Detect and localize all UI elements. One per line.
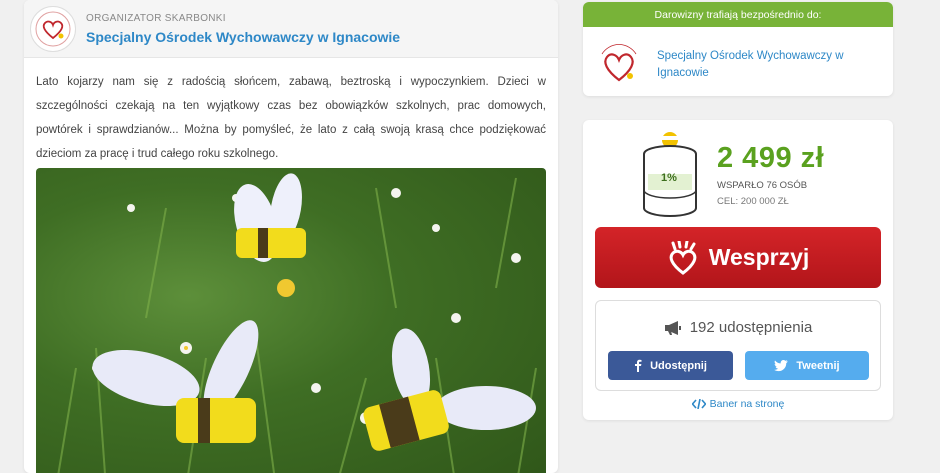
facebook-share-label: Udostępnij: [650, 359, 707, 372]
progress-percent: 1%: [661, 172, 677, 184]
donation-recipient-card: Darowizny trafiają bezpośrednio do: Spec…: [583, 2, 893, 96]
code-icon: [691, 399, 706, 409]
support-button-label: Wesprzyj: [708, 244, 810, 270]
megaphone-icon: [664, 320, 681, 335]
share-count: 192 udostępnienia: [689, 319, 813, 336]
donation-header: Darowizny trafiają bezpośrednio do:: [583, 2, 893, 27]
campaign-photo: [36, 168, 546, 473]
fundraiser-stats-card: 1% 2 499 zł WSPARŁO 76 OSÓB CEL: 200 000…: [583, 120, 893, 420]
heart-hand-icon: [669, 240, 697, 275]
banner-link-label: Baner na stronę: [709, 398, 785, 410]
campaign-card: ORGANIZATOR SKARBONKI Specjalny Ośrodek …: [24, 0, 558, 473]
support-button[interactable]: Wesprzyj: [595, 227, 881, 288]
collected-amount: 2 499 zł: [717, 142, 825, 174]
twitter-icon: [774, 359, 788, 371]
share-box: 192 udostępnienia Udostępnij Tweetnij: [595, 300, 881, 391]
organizer-name-link[interactable]: Specjalny Ośrodek Wychowawczy w Ignacowi…: [86, 29, 400, 45]
organizer-logo[interactable]: [30, 5, 76, 52]
supporters-count: WSPARŁO 76 OSÓB: [717, 180, 808, 191]
campaign-description: Lato kojarzy nam się z radością słońcem,…: [36, 76, 546, 160]
banner-link[interactable]: Baner na stronę: [583, 398, 893, 410]
facebook-share-button[interactable]: Udostępnij: [608, 351, 733, 380]
facebook-icon: [635, 359, 642, 372]
recipient-logo[interactable]: [591, 37, 647, 93]
recipient-name-link[interactable]: Specjalny Ośrodek Wychowawczy w Ignacowi…: [657, 48, 867, 82]
twitter-share-label: Tweetnij: [796, 359, 840, 372]
organizer-caption: ORGANIZATOR SKARBONKI: [86, 12, 226, 24]
organizer-header: ORGANIZATOR SKARBONKI Specjalny Ośrodek …: [24, 0, 558, 58]
twitter-share-button[interactable]: Tweetnij: [745, 351, 869, 380]
fundraiser-goal: CEL: 200 000 ZŁ: [717, 196, 789, 207]
